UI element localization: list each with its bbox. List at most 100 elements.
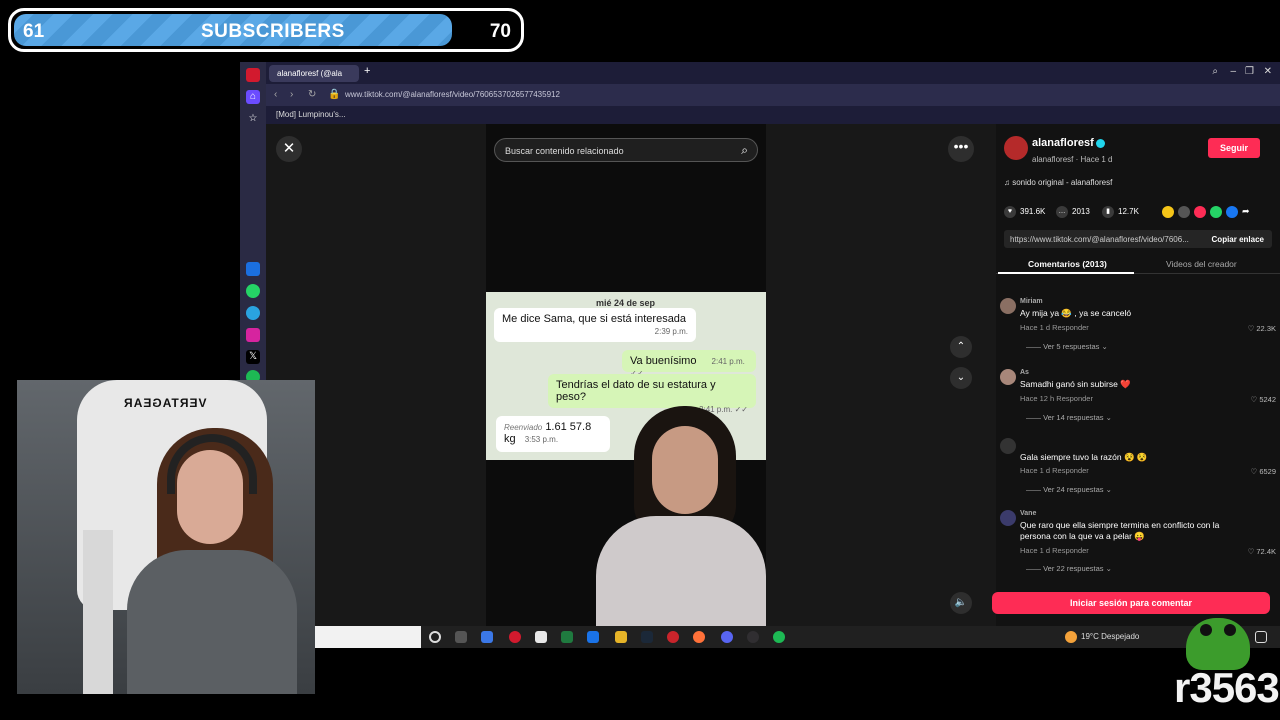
comment-likes[interactable]: ♡ 6529 [1251,467,1277,476]
x-icon[interactable]: 𝕏 [246,350,260,364]
comment-text: Ay mija ya 😂 , ya se canceló [1020,308,1132,318]
video-link-box: https://www.tiktok.com/@alanafloresf/vid… [1004,230,1272,248]
comment-likes[interactable]: ♡ 22.3K [1248,324,1276,333]
view-replies[interactable]: —— Ver 14 respuestas ⌄ [1026,413,1112,422]
comment-stat[interactable]: … 2013 [1056,206,1090,218]
weather-text[interactable]: 19°C Despejado [1081,632,1139,641]
notification-icon[interactable] [1255,631,1267,643]
taskbar: 19°C Despejado [315,626,1280,648]
related-search-input[interactable]: Buscar contenido relacionado ⌕ [494,138,758,162]
sound-link[interactable]: ♫ sonido original - alanafloresf [1004,178,1112,187]
commenter-avatar[interactable] [1000,298,1016,314]
firefox-icon[interactable] [693,631,705,643]
comment-text: Gala siempre tuvo la razón 😵 😵 [1020,452,1148,462]
copilot-icon[interactable] [481,631,493,643]
excel-icon[interactable] [561,631,573,643]
video-link[interactable]: https://www.tiktok.com/@alanafloresf/vid… [1010,235,1200,244]
save-count: 12.7K [1118,207,1139,217]
task-view-icon[interactable] [455,631,467,643]
opera-icon[interactable] [246,68,260,82]
comment-meta[interactable]: Hace 1 d Responder [1020,466,1089,475]
volume-icon[interactable]: 🔈 [950,592,972,614]
chat-text: Va buenísimo [630,355,697,367]
opera-gx-icon[interactable] [667,631,679,643]
reload-icon[interactable]: ↻ [308,89,316,100]
discord-icon[interactable] [721,631,733,643]
view-replies[interactable]: —— Ver 5 respuestas ⌄ [1026,342,1108,351]
next-video-icon[interactable]: ⌄ [950,367,972,389]
steam-icon[interactable] [641,631,653,643]
streamer-body [127,550,297,694]
folder-icon[interactable] [615,631,627,643]
new-tab-icon[interactable]: + [364,65,370,77]
follow-button[interactable]: Seguir [1208,138,1260,158]
back-icon[interactable]: ‹ [274,89,277,100]
facebook-share-icon[interactable] [1226,206,1238,218]
minimize-icon[interactable]: – [1230,66,1236,77]
commenter-avatar[interactable] [1000,510,1016,526]
embed-icon[interactable] [1178,206,1190,218]
close-video-button[interactable]: ✕ [276,136,302,162]
comment-meta[interactable]: Hace 1 d Responder [1020,323,1089,332]
chat-time: 3:53 p.m. [524,435,559,444]
coin-icon[interactable] [1162,206,1174,218]
cortana-icon[interactable] [429,631,441,643]
address-bar: ‹ › ↻ 🔒 www.tiktok.com/@alanafloresf/vid… [266,84,1280,106]
author-avatar[interactable] [1004,136,1028,160]
store-icon[interactable] [535,631,547,643]
browser-window: ⌂ ☆ 𝕏 alanafloresf (@ala + ⌕ – ❐ ✕ ‹ › ↻… [240,62,1280,630]
maximize-icon[interactable]: ❐ [1245,66,1254,77]
comment-text: Samadhi ganó sin subirse ❤️ [1020,379,1131,389]
telegram-icon[interactable] [246,306,260,320]
search-icon[interactable]: ⌕ [1212,66,1218,77]
url-field[interactable]: www.tiktok.com/@alanafloresf/video/76065… [345,90,560,99]
video-player[interactable]: mié 24 de sep Me dice Sama, que si está … [486,124,766,630]
channel-tag: r3563 [1174,664,1280,711]
view-replies[interactable]: —— Ver 24 respuestas ⌄ [1026,485,1112,494]
commenter-avatar[interactable] [1000,438,1016,454]
whatsapp-icon[interactable] [246,284,260,298]
obs-icon[interactable] [747,631,759,643]
commenter-name[interactable]: Miriam [1020,298,1043,305]
view-replies-label: Ver 5 respuestas ⌄ [1043,342,1108,351]
messenger-icon[interactable] [246,262,260,276]
star-icon[interactable]: ☆ [246,112,260,126]
copy-link-button[interactable]: Copiar enlace [1212,235,1264,244]
subscriber-count: 61 [23,21,45,42]
commenter-avatar[interactable] [1000,369,1016,385]
commenter-name[interactable]: Vane [1020,510,1036,517]
home-icon[interactable]: ⌂ [246,90,260,104]
commenter-name[interactable]: As [1020,369,1029,376]
share-arrow-icon[interactable]: ➦ [1242,206,1254,218]
spotify-taskbar-icon[interactable] [773,631,785,643]
forward-icon[interactable]: › [290,89,293,100]
comment-like-count: 22.3K [1256,324,1276,333]
comment-meta[interactable]: Hace 12 h Responder [1020,394,1093,403]
bookmark-item[interactable]: [Mod] Lumpinou's... [276,110,346,119]
browser-tab[interactable]: alanafloresf (@ala [269,65,359,82]
like-stat[interactable]: ♥ 391.6K [1004,206,1045,218]
taskbar-search-area[interactable] [315,626,421,648]
opera-taskbar-icon[interactable] [509,631,521,643]
tab-comments[interactable]: Comentarios (2013) [1028,259,1107,269]
send-icon[interactable] [1194,206,1206,218]
view-replies[interactable]: —— Ver 22 respuestas ⌄ [1026,564,1112,573]
sound-text: sonido original - alanafloresf [1012,178,1113,187]
more-options-icon[interactable]: ••• [948,136,974,162]
close-window-icon[interactable]: ✕ [1264,66,1272,77]
save-stat[interactable]: ▮ 12.7K [1102,206,1139,218]
outlook-icon[interactable] [587,631,599,643]
search-icon[interactable]: ⌕ [741,143,748,158]
whatsapp-share-icon[interactable] [1210,206,1222,218]
active-tab-indicator [998,272,1134,274]
tab-creator-videos[interactable]: Videos del creador [1166,259,1237,269]
comment-meta[interactable]: Hace 1 d Responder [1020,546,1089,555]
previous-video-icon[interactable]: ⌃ [950,336,972,358]
engagement-stats: ♥ 391.6K … 2013 ▮ 12.7K ➦ [1004,204,1274,220]
comment-likes[interactable]: ♡ 72.4K [1248,547,1276,556]
login-to-comment-button[interactable]: Iniciar sesión para comentar [992,592,1270,614]
author-name[interactable]: alanafloresf [1032,137,1105,149]
comment-likes[interactable]: ♡ 5242 [1251,395,1277,404]
instagram-icon[interactable] [246,328,260,342]
comment-count: 2013 [1072,207,1090,217]
